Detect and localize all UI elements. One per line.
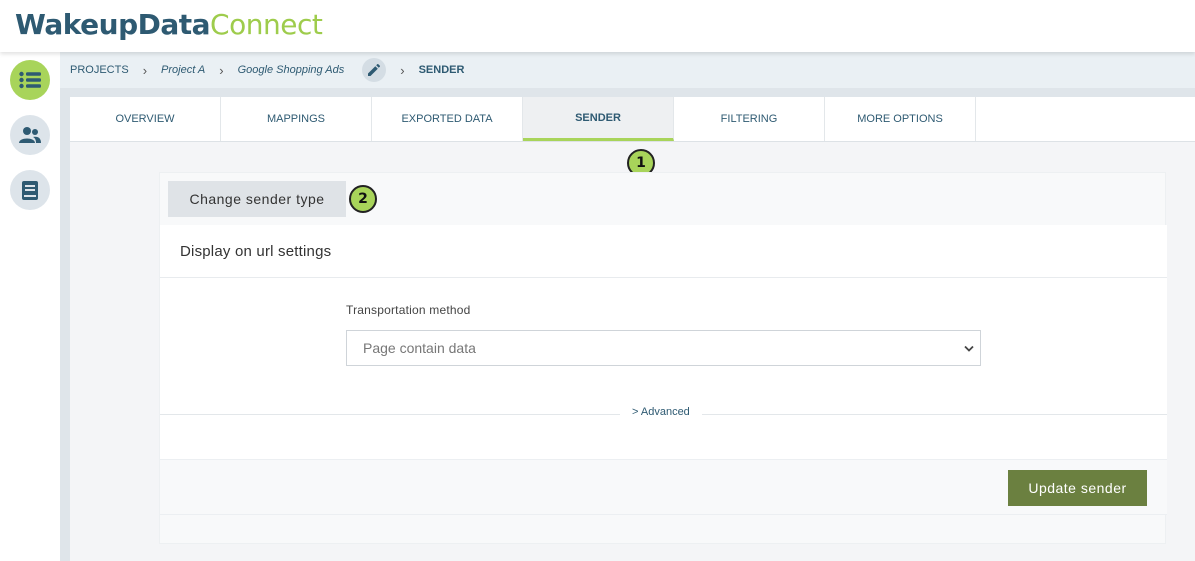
tab-overview[interactable]: OVERVIEW bbox=[70, 97, 221, 141]
tab-more-options[interactable]: MORE OPTIONS bbox=[825, 97, 976, 141]
transportation-method-select[interactable]: Page contain data bbox=[346, 330, 981, 366]
sidebar-item-users[interactable] bbox=[10, 115, 50, 155]
tab-filtering[interactable]: FILTERING bbox=[674, 97, 825, 141]
list-icon bbox=[19, 71, 41, 89]
tab-sender[interactable]: SENDER bbox=[523, 97, 674, 141]
users-icon bbox=[19, 127, 41, 143]
select-value: Page contain data bbox=[363, 340, 476, 356]
logo-secondary: Connect bbox=[210, 8, 323, 41]
tab-bar: OVERVIEW MAPPINGS EXPORTED DATA SENDER F… bbox=[70, 97, 1195, 142]
step-badge-2: 2 bbox=[349, 185, 377, 213]
chevron-right-icon: › bbox=[219, 62, 224, 78]
sidebar-item-projects[interactable] bbox=[10, 60, 50, 100]
main-area: PROJECTS › Project A › Google Shopping A… bbox=[60, 52, 1195, 561]
advanced-toggle[interactable]: > Advanced bbox=[620, 406, 702, 418]
edit-button[interactable] bbox=[362, 58, 387, 82]
breadcrumb-feed[interactable]: Google Shopping Ads bbox=[238, 64, 345, 76]
breadcrumb-current: SENDER bbox=[418, 64, 465, 76]
sidebar bbox=[0, 52, 60, 561]
sidebar-item-docs[interactable] bbox=[10, 170, 50, 210]
transportation-method-label: Transportation method bbox=[346, 303, 471, 317]
settings-title: Display on url settings bbox=[180, 243, 332, 260]
card-footer: Update sender bbox=[160, 459, 1167, 515]
logo-primary: WakeupData bbox=[15, 8, 211, 41]
chevron-down-icon bbox=[964, 345, 974, 352]
tab-mappings[interactable]: MAPPINGS bbox=[221, 97, 372, 141]
tab-exported-data[interactable]: EXPORTED DATA bbox=[372, 97, 523, 141]
book-icon bbox=[22, 180, 38, 200]
breadcrumb: PROJECTS › Project A › Google Shopping A… bbox=[60, 52, 1195, 88]
url-settings-section: Display on url settings Transportation m… bbox=[160, 225, 1167, 459]
chevron-right-icon: › bbox=[400, 62, 405, 78]
update-sender-button[interactable]: Update sender bbox=[1008, 470, 1147, 506]
section-divider bbox=[160, 277, 1167, 278]
change-sender-type-button[interactable]: Change sender type bbox=[168, 181, 346, 217]
sender-card: Change sender type 2 Display on url sett… bbox=[159, 172, 1167, 544]
app-header: WakeupDataConnect bbox=[0, 0, 1195, 52]
pencil-icon bbox=[368, 64, 381, 76]
content-panel: OVERVIEW MAPPINGS EXPORTED DATA SENDER F… bbox=[70, 97, 1195, 561]
chevron-right-icon: › bbox=[142, 62, 148, 78]
breadcrumb-projects[interactable]: PROJECTS bbox=[70, 64, 129, 76]
app-logo[interactable]: WakeupDataConnect bbox=[15, 8, 323, 41]
breadcrumb-project[interactable]: Project A bbox=[161, 64, 205, 76]
